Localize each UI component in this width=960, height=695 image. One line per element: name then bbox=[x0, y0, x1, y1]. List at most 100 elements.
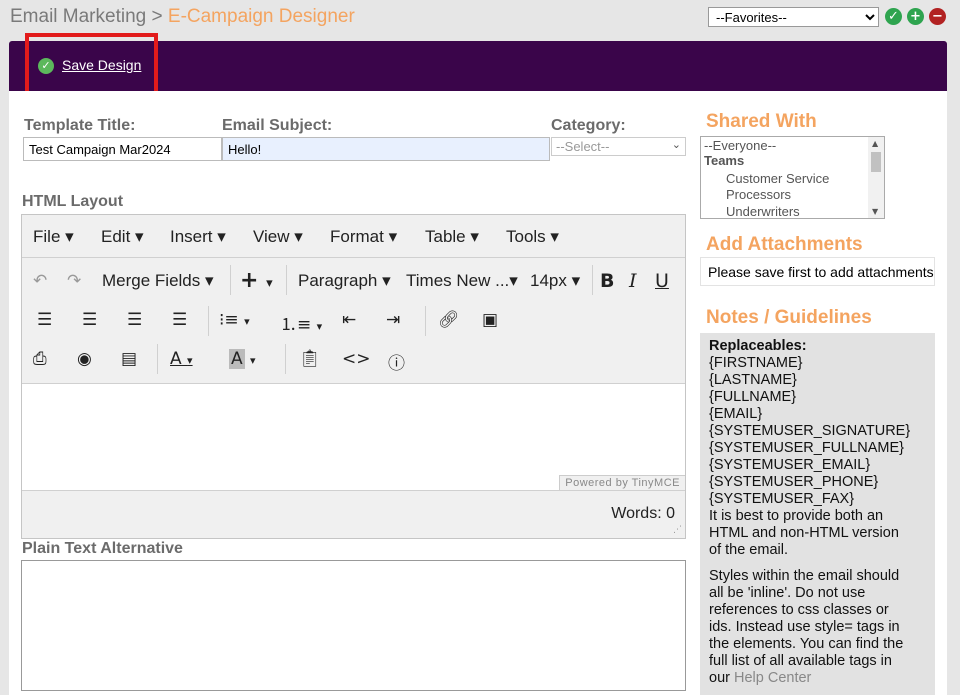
powered-by-tinymce[interactable]: Powered by TinyMCE bbox=[559, 475, 685, 490]
notes-gap bbox=[709, 559, 926, 568]
plain-text-label: Plain Text Alternative bbox=[22, 540, 183, 557]
font-size-dropdown[interactable]: 14px ▾ bbox=[530, 271, 580, 291]
align-left-icon[interactable]: ☰ bbox=[37, 310, 52, 330]
menu-tools-label: Tools bbox=[506, 227, 546, 246]
menu-format[interactable]: Format ▾ bbox=[330, 227, 397, 247]
replaceable-item: {FULLNAME} bbox=[709, 389, 797, 405]
menu-edit[interactable]: Edit ▾ bbox=[101, 227, 144, 247]
merge-fields-dropdown[interactable]: Merge Fields ▾ bbox=[102, 271, 214, 291]
email-subject-input[interactable] bbox=[222, 137, 550, 161]
align-right-icon[interactable]: ☰ bbox=[127, 310, 142, 330]
menu-file[interactable]: File ▾ bbox=[33, 227, 74, 247]
shared-option-underwriters[interactable]: Underwriters bbox=[726, 204, 800, 218]
category-select[interactable]: --Select-- ⌄ bbox=[551, 137, 686, 156]
remove-favorite-icon[interactable]: − bbox=[929, 8, 946, 25]
scroll-up-icon[interactable]: ▲ bbox=[872, 139, 878, 148]
notes-text-last: our Help Center bbox=[709, 670, 926, 687]
align-center-icon[interactable]: ☰ bbox=[82, 310, 97, 330]
replaceable-item: {SYSTEMUSER_FULLNAME} bbox=[709, 440, 905, 456]
resize-handle-icon[interactable]: ⋰ bbox=[673, 525, 682, 535]
align-justify-icon[interactable]: ☰ bbox=[172, 310, 187, 330]
paste-icon[interactable]: 📋︎ bbox=[299, 349, 321, 369]
notes-text: HTML and non-HTML version bbox=[709, 525, 899, 541]
source-code-icon[interactable]: <> bbox=[342, 349, 371, 369]
breadcrumb-current: E-Campaign Designer bbox=[167, 6, 355, 27]
replaceable-item: {SYSTEMUSER_PHONE} bbox=[709, 474, 879, 490]
html-layout-label: HTML Layout bbox=[22, 193, 124, 210]
indent-icon[interactable]: ⇥ bbox=[386, 310, 400, 330]
menu-insert-label: Insert bbox=[170, 227, 213, 246]
insert-plus-icon[interactable]: + ▾ bbox=[240, 268, 273, 293]
notes-text: It is best to provide both an bbox=[709, 508, 884, 524]
block-format-dropdown[interactable]: Paragraph ▾ bbox=[298, 271, 391, 291]
shared-option-processors[interactable]: Processors bbox=[726, 187, 791, 202]
check-icon[interactable]: ✓ bbox=[885, 8, 902, 25]
attachments-message: Please save first to add attachments bbox=[700, 257, 935, 286]
toolbar-separator bbox=[208, 306, 209, 336]
save-check-icon: ✓ bbox=[38, 58, 54, 74]
notes-title: Notes / Guidelines bbox=[706, 307, 872, 328]
scroll-thumb[interactable] bbox=[871, 152, 881, 172]
replaceables-label: Replaceables: bbox=[709, 338, 807, 354]
shared-with-title: Shared With bbox=[706, 111, 817, 132]
toolbar-separator bbox=[286, 265, 287, 295]
menu-file-label: File bbox=[33, 227, 61, 246]
toolbar-separator bbox=[425, 306, 426, 336]
font-family-dropdown[interactable]: Times New ...▾ bbox=[406, 271, 518, 291]
notes-text-prefix: our bbox=[709, 670, 730, 686]
block-format-label: Paragraph bbox=[298, 271, 378, 290]
menu-view[interactable]: View ▾ bbox=[253, 227, 303, 247]
help-icon[interactable]: ⓘ bbox=[388, 349, 405, 374]
replaceable-item: {SYSTEMUSER_FAX} bbox=[709, 491, 855, 507]
shared-with-listbox[interactable]: --Everyone-- Teams Customer Service Proc… bbox=[700, 136, 885, 219]
notes-text: of the email. bbox=[709, 542, 788, 558]
breadcrumb-root[interactable]: Email Marketing bbox=[10, 6, 146, 27]
shared-option-customer-service[interactable]: Customer Service bbox=[726, 171, 829, 186]
menu-table[interactable]: Table ▾ bbox=[425, 227, 479, 247]
notes-text: all be 'inline'. Do not use bbox=[709, 585, 866, 601]
help-center-link[interactable]: Help Center bbox=[734, 670, 811, 686]
replaceable-item: {SYSTEMUSER_EMAIL} bbox=[709, 457, 871, 473]
bullet-list-icon[interactable]: ⁝≡ ▾ bbox=[219, 310, 250, 330]
notes-text: ids. Instead use style= tags in bbox=[709, 619, 900, 635]
bold-icon[interactable]: B bbox=[600, 270, 614, 292]
numbered-list-icon[interactable]: ⒈≡ ▾ bbox=[280, 310, 322, 335]
toolbar-separator bbox=[592, 265, 593, 295]
add-favorite-icon[interactable]: + bbox=[907, 8, 924, 25]
menu-view-label: View bbox=[253, 227, 290, 246]
underline-icon[interactable]: U bbox=[655, 270, 669, 292]
image-icon[interactable]: ▣ bbox=[482, 310, 498, 330]
shared-option-everyone[interactable]: --Everyone-- bbox=[704, 138, 776, 153]
scroll-down-icon[interactable]: ▼ bbox=[872, 207, 878, 216]
favorites-select[interactable]: --Favorites-- bbox=[708, 7, 879, 27]
plain-text-textarea[interactable] bbox=[21, 560, 686, 691]
toolbar-separator bbox=[285, 344, 286, 374]
breadcrumb: Email Marketing > E-Campaign Designer bbox=[10, 6, 355, 28]
background-color-icon[interactable]: A ▾ bbox=[229, 349, 256, 369]
print-icon[interactable]: ⎙ bbox=[33, 349, 47, 369]
text-color-icon[interactable]: A ▾ bbox=[170, 349, 193, 369]
redo-icon[interactable]: ↷ bbox=[67, 271, 81, 291]
listbox-scrollbar[interactable]: ▲ ▼ bbox=[868, 137, 884, 218]
media-icon[interactable]: ▤ bbox=[121, 349, 137, 369]
italic-icon[interactable]: I bbox=[629, 270, 637, 292]
breadcrumb-separator: > bbox=[151, 6, 163, 27]
preview-eye-icon[interactable]: ◉ bbox=[77, 349, 92, 369]
shared-group-teams: Teams bbox=[704, 153, 745, 168]
font-size-label: 14px bbox=[530, 271, 567, 290]
outdent-icon[interactable]: ⇤ bbox=[342, 310, 356, 330]
template-title-input[interactable] bbox=[23, 137, 222, 161]
menu-insert[interactable]: Insert ▾ bbox=[170, 227, 226, 247]
chevron-down-icon: ⌄ bbox=[671, 138, 681, 151]
undo-icon[interactable]: ↶ bbox=[33, 271, 47, 291]
replaceable-item: {LASTNAME} bbox=[709, 372, 797, 388]
save-design-link[interactable]: Save Design bbox=[62, 57, 141, 73]
notes-text: the elements. You can find the bbox=[709, 636, 904, 652]
template-title-label: Template Title: bbox=[24, 117, 136, 134]
replaceable-item: {FIRSTNAME} bbox=[709, 355, 803, 371]
html-edit-area[interactable]: Powered by TinyMCE bbox=[22, 383, 685, 491]
menu-tools[interactable]: Tools ▾ bbox=[506, 227, 559, 247]
editor-menubar: File ▾ Edit ▾ Insert ▾ View ▾ Format ▾ T… bbox=[22, 215, 685, 258]
category-selected: --Select-- bbox=[556, 139, 610, 154]
link-icon[interactable]: 🔗︎ bbox=[438, 310, 460, 330]
